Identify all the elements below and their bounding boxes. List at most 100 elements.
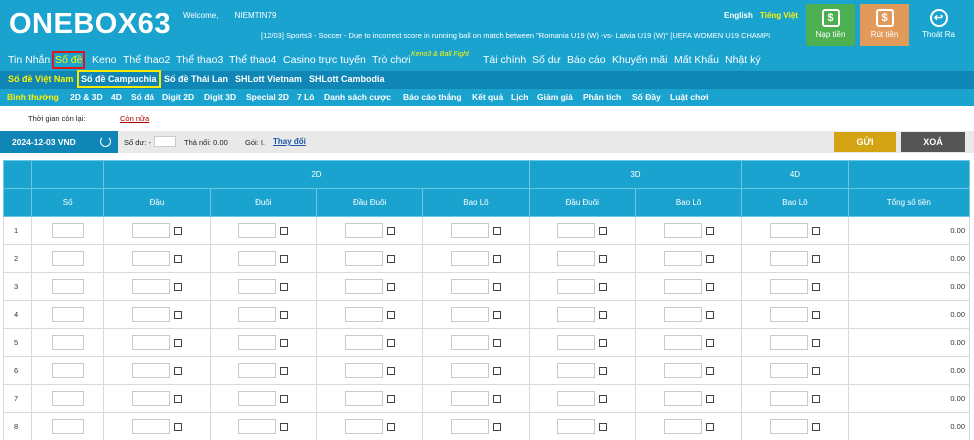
amount-input-duoi[interactable] [238, 335, 277, 350]
checkbox-duoi[interactable] [280, 226, 289, 235]
amount-input-dau-duoi[interactable] [344, 335, 383, 350]
amount-input-dau-duoi[interactable] [344, 223, 383, 238]
amount-input-dau-duoi[interactable] [344, 307, 383, 322]
checkbox-duoi[interactable] [280, 282, 289, 291]
amount-input-3d-dau-duoi[interactable] [557, 279, 596, 294]
subnav-so-de-thai-lan[interactable]: Số đề Thái Lan [164, 74, 228, 84]
checkbox-dau-duoi[interactable] [386, 338, 395, 347]
checkbox-3d-bao-lo[interactable] [705, 282, 714, 291]
checkbox-bao-lo[interactable] [492, 254, 501, 263]
tab-luat-choi[interactable]: Luật chơi [670, 92, 709, 102]
amount-input-duoi[interactable] [238, 391, 277, 406]
checkbox-3d-dau-duoi[interactable] [599, 366, 608, 375]
checkbox-4d-bao-lo[interactable] [811, 338, 820, 347]
date-selector[interactable]: 2024-12-03 VND [0, 131, 118, 153]
checkbox-dau[interactable] [173, 254, 182, 263]
nav-keno[interactable]: Keno [92, 54, 117, 66]
checkbox-dau-duoi[interactable] [386, 226, 395, 235]
checkbox-bao-lo[interactable] [492, 226, 501, 235]
checkbox-dau[interactable] [173, 366, 182, 375]
checkbox-duoi[interactable] [280, 254, 289, 263]
checkbox-bao-lo[interactable] [492, 310, 501, 319]
amount-input-bao-lo[interactable] [450, 335, 489, 350]
checkbox-3d-dau-duoi[interactable] [599, 310, 608, 319]
number-input[interactable] [51, 251, 84, 266]
nav-so-du[interactable]: Số dư [532, 54, 561, 66]
checkbox-3d-dau-duoi[interactable] [599, 282, 608, 291]
tab-so-da[interactable]: Số đá [131, 92, 154, 102]
checkbox-dau[interactable] [173, 394, 182, 403]
checkbox-3d-bao-lo[interactable] [705, 422, 714, 431]
checkbox-bao-lo[interactable] [492, 366, 501, 375]
amount-input-bao-lo[interactable] [450, 419, 489, 434]
amount-input-4d-bao-lo[interactable] [769, 335, 808, 350]
amount-input-dau[interactable] [131, 363, 170, 378]
checkbox-duoi[interactable] [280, 394, 289, 403]
nav-so-de[interactable]: Số đề [51, 51, 86, 69]
checkbox-dau[interactable] [173, 282, 182, 291]
amount-input-bao-lo[interactable] [450, 279, 489, 294]
checkbox-4d-bao-lo[interactable] [811, 394, 820, 403]
amount-input-3d-bao-lo[interactable] [663, 279, 702, 294]
checkbox-bao-lo[interactable] [492, 338, 501, 347]
checkbox-duoi[interactable] [280, 338, 289, 347]
tab-bao-cao-thang[interactable]: Báo cáo thắng [403, 92, 462, 102]
amount-input-dau[interactable] [131, 419, 170, 434]
checkbox-3d-dau-duoi[interactable] [599, 338, 608, 347]
checkbox-dau-duoi[interactable] [386, 254, 395, 263]
checkbox-dau-duoi[interactable] [386, 422, 395, 431]
amount-input-dau-duoi[interactable] [344, 363, 383, 378]
amount-input-bao-lo[interactable] [450, 223, 489, 238]
logout-button[interactable]: ↩ Thoát Ra [914, 4, 963, 46]
nav-mat-khau[interactable]: Mất Khẩu [674, 54, 719, 66]
amount-input-3d-bao-lo[interactable] [663, 419, 702, 434]
checkbox-4d-bao-lo[interactable] [811, 310, 820, 319]
amount-input-3d-dau-duoi[interactable] [557, 363, 596, 378]
amount-input-3d-dau-duoi[interactable] [557, 419, 596, 434]
amount-input-dau[interactable] [131, 223, 170, 238]
checkbox-dau[interactable] [173, 226, 182, 235]
subnav-so-de-viet-nam[interactable]: Số đề Việt Nam [8, 74, 73, 84]
amount-input-3d-bao-lo[interactable] [663, 391, 702, 406]
checkbox-3d-dau-duoi[interactable] [599, 254, 608, 263]
checkbox-dau[interactable] [173, 422, 182, 431]
amount-input-dau[interactable] [131, 335, 170, 350]
checkbox-3d-bao-lo[interactable] [705, 366, 714, 375]
amount-input-4d-bao-lo[interactable] [769, 391, 808, 406]
amount-input-duoi[interactable] [238, 419, 277, 434]
checkbox-4d-bao-lo[interactable] [811, 366, 820, 375]
checkbox-3d-dau-duoi[interactable] [599, 394, 608, 403]
checkbox-3d-dau-duoi[interactable] [599, 226, 608, 235]
checkbox-duoi[interactable] [280, 366, 289, 375]
nav-casino[interactable]: Casino trực tuyến [283, 54, 366, 66]
checkbox-dau[interactable] [173, 310, 182, 319]
tab-phan-tich[interactable]: Phân tích [583, 92, 621, 102]
number-input[interactable] [51, 363, 84, 378]
lang-english[interactable]: English [724, 11, 753, 20]
amount-input-4d-bao-lo[interactable] [769, 279, 808, 294]
checkbox-3d-bao-lo[interactable] [705, 310, 714, 319]
checkbox-dau[interactable] [173, 338, 182, 347]
tab-binh-thuong[interactable]: Bình thường [7, 92, 59, 102]
amount-input-3d-dau-duoi[interactable] [557, 251, 596, 266]
nav-khuyen-mai[interactable]: Khuyến mãi [612, 54, 667, 66]
amount-input-dau-duoi[interactable] [344, 391, 383, 406]
amount-input-4d-bao-lo[interactable] [769, 307, 808, 322]
tab-digit-2d[interactable]: Digit 2D [162, 92, 194, 102]
amount-input-bao-lo[interactable] [450, 363, 489, 378]
nav-the-thao2[interactable]: Thể thao2 [123, 54, 170, 66]
amount-input-dau[interactable] [131, 251, 170, 266]
checkbox-duoi[interactable] [280, 310, 289, 319]
amount-input-3d-bao-lo[interactable] [663, 251, 702, 266]
amount-input-duoi[interactable] [238, 251, 277, 266]
checkbox-dau-duoi[interactable] [386, 394, 395, 403]
amount-input-3d-bao-lo[interactable] [663, 307, 702, 322]
nav-tin-nhan[interactable]: Tin Nhắn [8, 54, 50, 66]
amount-input-duoi[interactable] [238, 307, 277, 322]
subnav-shlott-vietnam[interactable]: SHLott Vietnam [235, 74, 302, 84]
tab-2d-3d[interactable]: 2D & 3D [70, 92, 103, 102]
number-input[interactable] [51, 419, 84, 434]
amount-input-dau[interactable] [131, 307, 170, 322]
lang-vietnamese[interactable]: Tiếng Việt [760, 11, 798, 20]
amount-input-duoi[interactable] [238, 223, 277, 238]
